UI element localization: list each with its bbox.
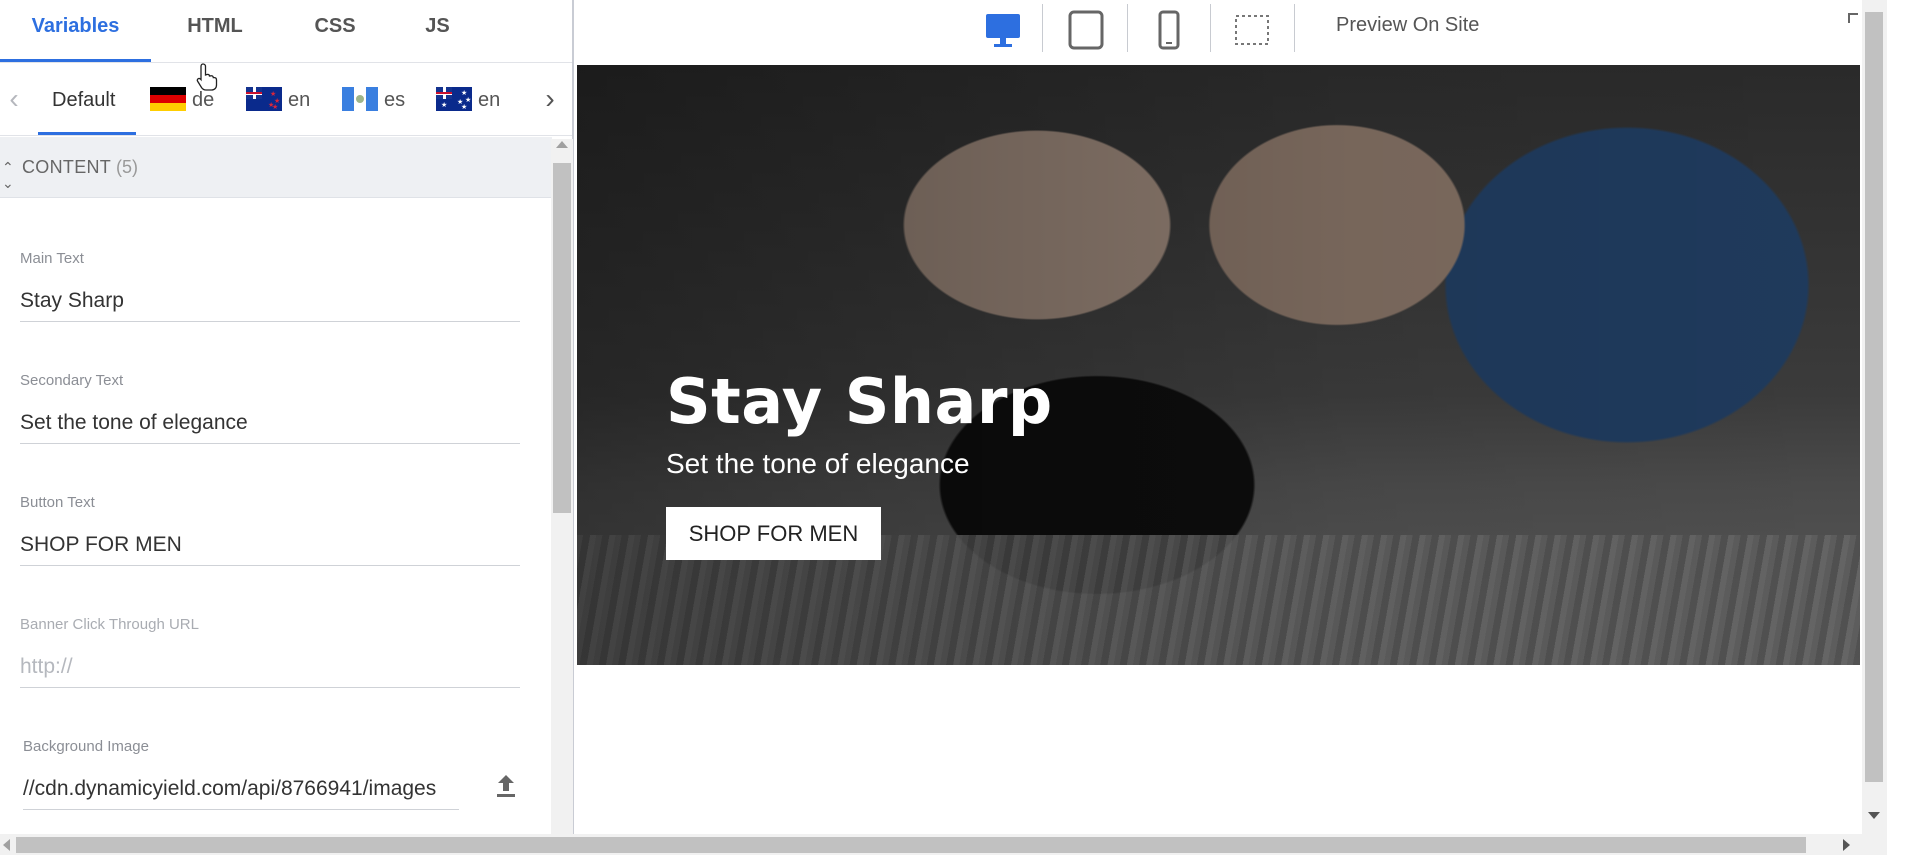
scroll-up-arrow-icon[interactable] [556,141,568,148]
active-language-indicator [38,132,136,135]
lang-tab-label: de [192,89,215,111]
main-text-input[interactable] [20,280,520,322]
lang-tab-label: en [478,89,501,111]
lang-tab-en-nz[interactable]: ★ ★ ★ ★ en [246,64,310,136]
lang-tab-label: Default [52,89,116,111]
preview-on-site-link[interactable]: Preview On Site [1336,14,1479,37]
lang-tab-label: es [384,89,406,111]
shop-for-men-button[interactable]: SHOP FOR MEN [666,507,881,560]
preview-toolbar: Preview On Site [576,0,1907,64]
scrollbar-thumb[interactable] [1865,12,1883,782]
field-label: Background Image [23,738,149,755]
lang-tab-es[interactable]: es [342,64,405,136]
preview-scrollbar[interactable] [1862,0,1887,834]
horizontal-scrollbar[interactable] [0,834,1887,855]
chevron-right-icon[interactable]: › [538,84,562,116]
tablet-icon[interactable] [1063,8,1113,52]
upload-icon[interactable] [493,772,519,800]
toolbar-divider [1127,4,1128,52]
desktop-icon[interactable] [980,8,1030,52]
click-through-url-input[interactable] [20,646,520,688]
banner-subtitle: Set the tone of elegance [666,448,970,479]
content-section-header[interactable]: ⌃ ⌄ CONTENT (5) [0,137,552,198]
toolbar-divider [1210,4,1211,52]
germany-flag-icon [150,87,186,111]
tab-variables[interactable]: Variables [0,0,151,63]
active-tab-indicator [0,59,151,62]
editor-panel: Variables HTML CSS JS ‹ Default de ★ ★ ★ ★ e… [0,0,574,834]
section-title: CONTENT [22,157,112,177]
new-zealand-flag-icon: ★ ★ ★ ★ [246,87,282,111]
guatemala-flag-icon [342,87,378,111]
lang-tab-default[interactable]: Default [52,64,115,136]
app-root: Variables HTML CSS JS ‹ Default de ★ ★ ★ ★ e… [0,0,1907,855]
banner-preview[interactable]: Stay Sharp Set the tone of elegance SHOP… [577,65,1860,665]
custom-size-icon[interactable] [1230,8,1280,52]
scroll-right-arrow-icon[interactable] [1843,839,1850,851]
banner-title: Stay Sharp [666,365,1053,438]
section-count: (5) [116,157,138,177]
field-label: Secondary Text [20,372,124,389]
scroll-left-arrow-icon[interactable] [3,839,10,851]
secondary-text-input[interactable] [20,402,520,444]
scroll-down-arrow-icon[interactable] [1868,812,1880,819]
lang-tab-de[interactable]: de [150,64,214,136]
mobile-icon[interactable] [1146,8,1196,52]
scrollbar-thumb[interactable] [553,163,571,513]
button-text-input[interactable] [20,524,520,566]
background-image-input[interactable] [23,768,459,810]
field-label: Banner Click Through URL [20,616,199,633]
code-tabs: Variables HTML CSS JS [0,0,572,63]
australia-flag-icon: ★ ★ ★ ★ ★ [436,87,472,111]
tab-css[interactable]: CSS [280,0,390,63]
tab-js[interactable]: JS [400,0,475,63]
tab-html[interactable]: HTML [160,0,270,63]
panel-scrollbar[interactable] [551,139,573,834]
collapse-icon[interactable]: ⌃ ⌄ [2,159,14,191]
field-label: Main Text [20,250,84,267]
expand-icon[interactable] [1846,12,1860,34]
scrollbar-thumb[interactable] [16,837,1806,853]
lang-tab-label: en [288,89,311,111]
chevron-left-icon[interactable]: ‹ [2,84,26,116]
language-tabs: ‹ Default de ★ ★ ★ ★ en es ★ ★ ★ ★ ★ en › [0,64,572,136]
toolbar-divider [1294,4,1295,52]
toolbar-divider [1042,4,1043,52]
lang-tab-en-au[interactable]: ★ ★ ★ ★ ★ en [436,64,500,136]
field-label: Button Text [20,494,95,511]
